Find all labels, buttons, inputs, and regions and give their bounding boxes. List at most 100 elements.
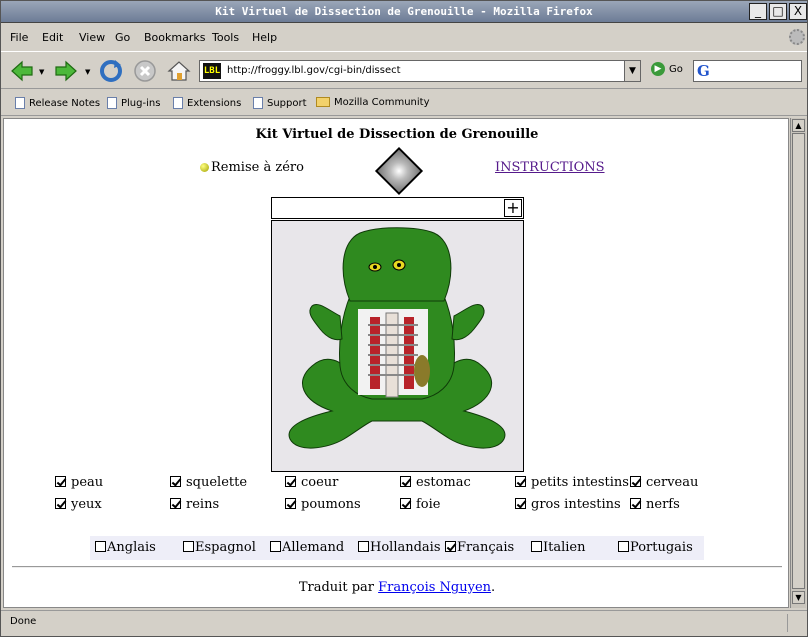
- forward-arrow-icon[interactable]: [53, 58, 79, 84]
- checkbox-icon[interactable]: [400, 498, 411, 509]
- horizontal-divider: [12, 566, 782, 568]
- menu-bookmarks[interactable]: Bookmarks: [144, 31, 205, 44]
- bookmark-support[interactable]: Support: [253, 97, 307, 109]
- checkbox-icon[interactable]: [285, 498, 296, 509]
- checkbox-icon[interactable]: [55, 476, 66, 487]
- translator-link[interactable]: François Nguyen: [378, 580, 491, 595]
- organ-checkbox-squelette[interactable]: squelette: [170, 475, 247, 490]
- bookmark-release-notes[interactable]: Release Notes: [15, 97, 100, 109]
- language-checkbox-allemand[interactable]: Allemand: [270, 540, 344, 555]
- checkbox-icon[interactable]: [183, 541, 194, 552]
- bookmark-extensions[interactable]: Extensions: [173, 97, 241, 109]
- back-dropdown-icon[interactable]: ▼: [39, 68, 44, 76]
- scroll-down-icon[interactable]: ▼: [792, 591, 805, 604]
- checkbox-label: yeux: [71, 497, 102, 512]
- checkbox-icon[interactable]: [170, 498, 181, 509]
- home-icon[interactable]: [166, 58, 192, 84]
- back-arrow-icon[interactable]: [9, 58, 35, 84]
- checkbox-label: Italien: [543, 540, 586, 555]
- stop-icon[interactable]: [132, 58, 158, 84]
- forward-dropdown-icon[interactable]: ▼: [85, 68, 90, 76]
- checkbox-icon[interactable]: [285, 476, 296, 487]
- frog-image: [288, 227, 506, 449]
- checkbox-icon[interactable]: [170, 476, 181, 487]
- bookmark-label: Support: [267, 98, 307, 109]
- page-icon: [253, 97, 263, 109]
- instructions-link[interactable]: INSTRUCTIONS: [495, 160, 605, 175]
- google-search-icon[interactable]: G: [697, 62, 710, 80]
- zoom-bar[interactable]: +: [271, 197, 524, 219]
- language-checkbox-anglais[interactable]: Anglais: [95, 540, 156, 555]
- frog-view[interactable]: [271, 220, 524, 472]
- language-checkbox-francais[interactable]: Français: [445, 540, 514, 555]
- menu-tools[interactable]: Tools: [212, 31, 239, 44]
- organ-checkbox-foie[interactable]: foie: [400, 497, 441, 512]
- organ-checkbox-reins[interactable]: reins: [170, 497, 219, 512]
- checkbox-icon[interactable]: [515, 476, 526, 487]
- reset-link[interactable]: Remise à zéro: [200, 160, 304, 175]
- bookmark-plug-ins[interactable]: Plug-ins: [107, 97, 160, 109]
- organ-checkbox-nerfs[interactable]: nerfs: [630, 497, 680, 512]
- url-bar[interactable]: LBL http://froggy.lbl.gov/cgi-bin/dissec…: [199, 60, 641, 82]
- language-checkbox-italien[interactable]: Italien: [531, 540, 586, 555]
- browser-window: Kit Virtuel de Dissection de Grenouille …: [0, 0, 808, 637]
- page-title: Kit Virtuel de Dissection de Grenouille: [255, 127, 539, 142]
- language-checkbox-portugais[interactable]: Portugais: [618, 540, 693, 555]
- menu-help[interactable]: Help: [252, 31, 277, 44]
- menu-file[interactable]: File: [10, 31, 28, 44]
- organ-checkbox-coeur[interactable]: coeur: [285, 475, 338, 490]
- minimize-button[interactable]: _: [749, 3, 767, 20]
- checkbox-label: cerveau: [646, 475, 699, 490]
- checkbox-icon[interactable]: [618, 541, 629, 552]
- bookmark-label: Extensions: [187, 98, 242, 109]
- menu-go[interactable]: Go: [115, 31, 130, 44]
- status-text: Done: [10, 616, 37, 627]
- language-checkbox-espagnol[interactable]: Espagnol: [183, 540, 256, 555]
- close-button[interactable]: X: [789, 3, 807, 20]
- checkbox-icon[interactable]: [630, 498, 641, 509]
- language-checkbox-hollandais[interactable]: Hollandais: [358, 540, 441, 555]
- checkbox-icon[interactable]: [55, 498, 66, 509]
- organ-checkbox-yeux[interactable]: yeux: [55, 497, 102, 512]
- site-favicon: LBL: [203, 63, 221, 79]
- checkbox-icon[interactable]: [400, 476, 411, 487]
- throbber-icon: [789, 29, 805, 45]
- menu-view[interactable]: View: [79, 31, 105, 44]
- checkbox-icon[interactable]: [531, 541, 542, 552]
- checkbox-icon[interactable]: [515, 498, 526, 509]
- folder-icon: [316, 97, 330, 107]
- bookmark-label: Mozilla Community: [334, 97, 430, 108]
- vertical-scrollbar[interactable]: ▲ ▼: [790, 118, 806, 608]
- checkbox-icon[interactable]: [445, 541, 456, 552]
- checkbox-icon[interactable]: [358, 541, 369, 552]
- checkbox-icon[interactable]: [270, 541, 281, 552]
- organ-checkbox-cerveau[interactable]: cerveau: [630, 475, 698, 490]
- scroll-up-icon[interactable]: ▲: [792, 119, 805, 132]
- maximize-button[interactable]: □: [769, 3, 787, 20]
- checkbox-label: squelette: [186, 475, 248, 490]
- rotation-control-icon[interactable]: [374, 146, 424, 196]
- go-label: Go: [669, 64, 683, 75]
- zoom-in-icon[interactable]: +: [504, 199, 522, 217]
- scroll-thumb[interactable]: [792, 133, 805, 589]
- title-bar[interactable]: Kit Virtuel de Dissection de Grenouille …: [1, 1, 807, 23]
- url-text[interactable]: http://froggy.lbl.gov/cgi-bin/dissect: [227, 65, 401, 76]
- checkbox-icon[interactable]: [95, 541, 106, 552]
- page-icon: [173, 97, 183, 109]
- checkbox-label: coeur: [301, 475, 339, 490]
- organ-checkbox-petits-intestins[interactable]: petits intestins: [515, 475, 629, 490]
- bookmark-mozilla-community[interactable]: Mozilla Community: [316, 97, 430, 108]
- organ-checkbox-estomac[interactable]: estomac: [400, 475, 471, 490]
- url-dropdown-icon[interactable]: ▼: [624, 61, 640, 81]
- organ-checkbox-peau[interactable]: peau: [55, 475, 103, 490]
- reload-icon[interactable]: [98, 58, 124, 84]
- checkbox-label: estomac: [416, 475, 471, 490]
- go-arrow-icon: ▶: [651, 62, 665, 76]
- go-button[interactable]: ▶ Go: [651, 62, 683, 76]
- navigation-toolbar: ▼ ▼ LBL http://froggy.lbl.gov/cgi-bin/di…: [1, 51, 807, 89]
- organ-checkbox-poumons[interactable]: poumons: [285, 497, 361, 512]
- search-box[interactable]: G: [693, 60, 802, 82]
- organ-checkbox-gros-intestins[interactable]: gros intestins: [515, 497, 621, 512]
- checkbox-icon[interactable]: [630, 476, 641, 487]
- menu-edit[interactable]: Edit: [42, 31, 63, 44]
